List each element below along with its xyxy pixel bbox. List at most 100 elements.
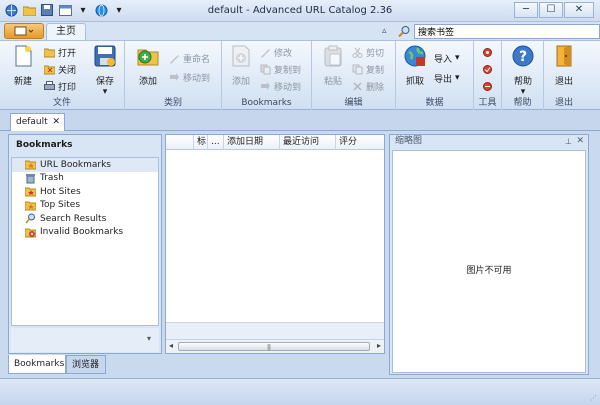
new-button-label: 新建 (13, 77, 32, 87)
app-menu-icon (14, 26, 34, 36)
export-label: 导出 (434, 74, 453, 85)
move-bookmark-label: 移动到 (274, 82, 302, 93)
move-bookmark-button[interactable]: 移动到 (260, 79, 301, 93)
help-button-label: 帮助 (513, 77, 532, 87)
minimize-button[interactable]: ─ (514, 2, 538, 18)
open-button[interactable]: 打开 (44, 45, 76, 59)
edit-bookmark-label: 修改 (274, 48, 293, 59)
group-exit: 退出 退出 (544, 41, 584, 110)
tool-2-button[interactable] (482, 62, 493, 76)
new-file-icon (15, 45, 32, 67)
resize-grip-icon[interactable]: ⋰ (590, 394, 597, 402)
minimize-ribbon-icon[interactable]: ▵ (382, 26, 387, 36)
tree-item-label: Invalid Bookmarks (40, 227, 124, 238)
tree-item-trash[interactable]: Trash (12, 172, 158, 186)
delete-label: 删除 (366, 82, 385, 93)
bookmarks-panel-title: Bookmarks (16, 140, 73, 150)
copy-icon (352, 64, 363, 74)
bookmarks-panel-footer: ▾ (11, 328, 159, 352)
rename-category-button[interactable]: 重命名 (169, 51, 210, 65)
tab-home[interactable]: 主页 (46, 23, 86, 40)
paste-icon (324, 45, 342, 67)
print-button[interactable]: 打印 (44, 79, 76, 93)
bookmarks-panel: Bookmarks URL Bookmarks Trash Hot Sites … (8, 134, 162, 354)
svg-text:?: ? (519, 49, 527, 65)
edit-bookmark-button[interactable]: 修改 (260, 45, 292, 59)
tree-item-top-sites[interactable]: Top Sites (12, 199, 158, 213)
tree-item-label: Trash (40, 173, 64, 184)
application-menu-button[interactable] (4, 23, 44, 39)
column-header-last-visit[interactable]: 最近访问 (280, 135, 336, 150)
column-header-blank[interactable] (166, 135, 194, 150)
scissors-icon (352, 47, 363, 58)
copy-bookmark-button[interactable]: 复制到 (260, 62, 301, 76)
add-bookmark-icon (232, 45, 250, 67)
close-tab-icon[interactable]: ✕ (52, 114, 60, 130)
add-category-button[interactable]: 添加 (131, 44, 165, 87)
scroll-left-icon[interactable]: ◂ (169, 341, 173, 350)
close-button[interactable]: ✕ (564, 2, 594, 18)
tab-default-label: default (16, 117, 48, 127)
chevron-down-icon[interactable]: ▾ (147, 334, 151, 343)
move-category-button[interactable]: 移动到 (169, 70, 210, 84)
thumbnail-view: 图片不可用 (392, 150, 586, 373)
tab-bookmarks[interactable]: Bookmarks (8, 355, 66, 374)
cut-button[interactable]: 剪切 (352, 45, 384, 59)
copy-label: 复制 (366, 65, 385, 76)
chevron-down-icon: ▾ (455, 73, 460, 83)
exit-button[interactable]: 退出 (547, 44, 581, 87)
add-bookmark-button[interactable]: 添加 (224, 44, 258, 87)
open-button-label: 打开 (58, 48, 77, 59)
printer-icon (44, 80, 55, 90)
maximize-button[interactable]: ☐ (539, 2, 563, 18)
search-input[interactable] (414, 24, 600, 39)
group-label-bookmarks: Bookmarks (241, 98, 292, 108)
group-bookmarks: 添加 修改 复制到 移动到 Bookmarks (222, 41, 312, 110)
tab-browser[interactable]: 浏览器 (66, 355, 106, 374)
tree-item-label: Search Results (40, 213, 107, 224)
capture-globe-icon (404, 45, 426, 67)
help-button[interactable]: ? 帮助 ▾ (506, 44, 540, 97)
paste-label: 粘贴 (323, 77, 342, 87)
scroll-thumb[interactable]: ||| (178, 342, 370, 351)
delete-button[interactable]: 删除 (352, 79, 384, 93)
export-button[interactable]: 导出 ▾ (434, 71, 460, 85)
column-header-added-date[interactable]: 添加日期 (224, 135, 280, 150)
folder-close-icon (44, 65, 55, 74)
bookmark-list: 标 ... 添加日期 最近访问 评分 ◂ ||| ▸ (165, 134, 385, 354)
copy-button[interactable]: 复制 (352, 62, 384, 76)
close-icon[interactable]: ✕ (576, 135, 584, 148)
add-category-label: 添加 (138, 77, 157, 87)
tree-item-hot-sites[interactable]: Hot Sites (12, 185, 158, 199)
paste-button[interactable]: 粘贴 (316, 44, 350, 87)
horizontal-scrollbar[interactable]: ◂ ||| ▸ (166, 339, 384, 353)
add-folder-icon (137, 49, 159, 66)
rename-category-label: 重命名 (183, 54, 211, 65)
add-bookmark-label: 添加 (231, 77, 250, 87)
pin-icon[interactable]: ⊥ (565, 135, 572, 148)
column-header-flag[interactable]: 标 (194, 135, 208, 150)
move-to-icon (261, 81, 270, 90)
import-label: 导入 (434, 54, 453, 65)
column-header-rating[interactable]: 评分 (336, 135, 384, 150)
search-results-icon (25, 213, 35, 224)
ribbon: 新建 打开 关闭 打印 保存 ▾ 文件 添加 重命名 移动到 类别 添加 修改 … (0, 40, 600, 110)
scroll-right-icon[interactable]: ▸ (377, 341, 381, 350)
tab-default[interactable]: default ✕ (10, 113, 65, 131)
group-label-help: 帮助 (513, 98, 532, 108)
save-button[interactable]: 保存 ▾ (88, 44, 122, 97)
import-button[interactable]: 导入 ▾ (434, 51, 460, 65)
tool-1-button[interactable] (482, 45, 493, 59)
thumbnail-panel: 缩略图 ⊥ ✕ 图片不可用 (389, 134, 589, 375)
column-header-more[interactable]: ... (208, 135, 224, 150)
tree-item-invalid-bookmarks[interactable]: Invalid Bookmarks (12, 226, 158, 240)
tool-link-icon (483, 81, 492, 91)
close-file-button[interactable]: 关闭 (44, 62, 76, 76)
tree-item-url-bookmarks[interactable]: URL Bookmarks (12, 158, 158, 172)
tool-3-button[interactable] (482, 79, 493, 93)
thumbnail-title: 缩略图 (395, 136, 423, 146)
new-button[interactable]: 新建 (6, 44, 40, 87)
tree-item-search-results[interactable]: Search Results (12, 212, 158, 226)
capture-button[interactable]: 抓取 (398, 44, 432, 87)
bottom-tab-strip: Bookmarks 浏览器 (8, 355, 388, 375)
